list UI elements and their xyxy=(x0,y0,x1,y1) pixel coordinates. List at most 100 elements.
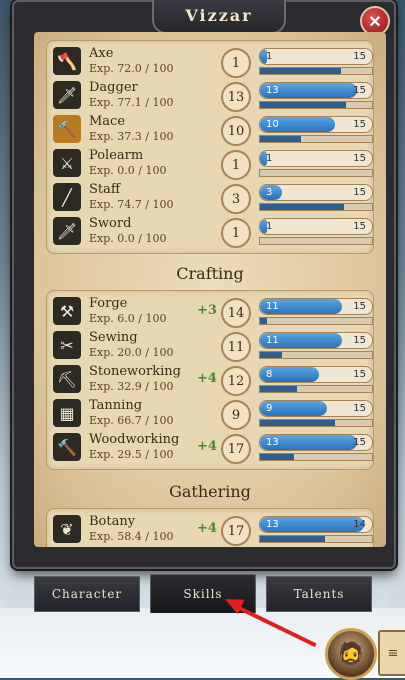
level-progress-bar: 10 15 xyxy=(259,116,373,133)
exp-progress-bar xyxy=(259,135,373,143)
exp-progress-bar xyxy=(259,101,373,109)
skill-level-badge: 1 xyxy=(221,218,251,248)
skill-row[interactable]: 🔨 Woodworking Exp. 29.5 / 100 +4 17 13 15 xyxy=(47,431,373,465)
level-progress-bar: 8 15 xyxy=(259,366,373,383)
skill-exp: Exp. 66.7 / 100 xyxy=(89,414,174,427)
skill-level-badge: 3 xyxy=(221,184,251,214)
level-progress-bar: 13 14 xyxy=(259,516,373,533)
exp-progress-bar xyxy=(259,237,373,245)
map-scroll-icon[interactable]: ≡ xyxy=(378,630,405,676)
skill-exp: Exp. 0.0 / 100 xyxy=(89,232,167,245)
exp-progress-fill xyxy=(260,420,336,426)
exp-progress-fill xyxy=(260,536,325,542)
bar-max-level: 15 xyxy=(353,221,366,232)
exp-progress-bar xyxy=(259,535,373,543)
skill-row[interactable]: ▦ Tanning Exp. 66.7 / 100 9 9 15 xyxy=(47,397,373,431)
level-progress-bar: 1 15 xyxy=(259,218,373,235)
skill-level-badge: 12 xyxy=(221,366,251,396)
bar-current-level: 1 xyxy=(266,221,273,232)
bar-max-level: 15 xyxy=(353,335,366,346)
hide-frame-icon: ▦ xyxy=(53,399,81,427)
skill-bonus: +4 xyxy=(197,371,217,386)
skill-level-badge: 13 xyxy=(221,82,251,112)
skill-exp: Exp. 20.0 / 100 xyxy=(89,346,174,359)
skill-row[interactable]: 🗡 Sword Exp. 0.0 / 100 1 1 15 xyxy=(47,215,373,249)
exp-progress-bar xyxy=(259,169,373,177)
bar-max-level: 15 xyxy=(353,437,366,448)
skill-name: Woodworking xyxy=(89,432,180,447)
skill-row[interactable]: ✂ Sewing Exp. 20.0 / 100 11 11 15 xyxy=(47,329,373,363)
skill-level-badge: 10 xyxy=(221,116,251,146)
bar-current-level: 10 xyxy=(266,119,279,130)
scissors-icon: ✂ xyxy=(53,331,81,359)
level-progress-bar: 13 15 xyxy=(259,434,373,451)
skill-row[interactable]: ⛏ Stoneworking Exp. 32.9 / 100 +4 12 8 15 xyxy=(47,363,373,397)
anvil-icon: ⚒ xyxy=(53,297,81,325)
level-progress-bar: 3 15 xyxy=(259,184,373,201)
bar-current-level: 11 xyxy=(266,335,279,346)
skill-row[interactable]: ⚔ Polearm Exp. 0.0 / 100 1 1 15 xyxy=(47,147,373,181)
crafting-skills-group: ⚒ Forge Exp. 6.0 / 100 +3 14 11 15 ✂ Sewing Exp. … xyxy=(46,290,374,470)
bar-current-level: 13 xyxy=(266,437,279,448)
bar-current-level: 1 xyxy=(266,51,273,62)
bar-max-level: 15 xyxy=(353,85,366,96)
skill-row[interactable]: ╱ Staff Exp. 74.7 / 100 3 3 15 xyxy=(47,181,373,215)
skill-level-badge: 14 xyxy=(221,298,251,328)
character-portrait[interactable]: 🧔 xyxy=(325,628,377,680)
bar-max-level: 15 xyxy=(353,153,366,164)
weapon-skills-group: 🪓 Axe Exp. 72.0 / 100 1 1 15 🗡 Dagger Exp. 77.1 … xyxy=(46,40,374,254)
leaf-icon: ❦ xyxy=(53,515,81,543)
bar-max-level: 15 xyxy=(353,369,366,380)
skill-bonus: +3 xyxy=(197,303,217,318)
dagger-icon: 🗡 xyxy=(53,81,81,109)
bar-max-level: 15 xyxy=(353,187,366,198)
bar-current-level: 1 xyxy=(266,153,273,164)
skill-exp: Exp. 72.0 / 100 xyxy=(89,62,174,75)
exp-progress-fill xyxy=(260,454,294,460)
bar-max-level: 14 xyxy=(353,519,366,530)
level-progress-bar: 13 15 xyxy=(259,82,373,99)
skill-exp: Exp. 29.5 / 100 xyxy=(89,448,174,461)
tab-character[interactable]: Character xyxy=(34,576,140,612)
exp-progress-bar xyxy=(259,385,373,393)
exp-progress-fill xyxy=(260,68,341,74)
skill-row[interactable]: ❦ Botany Exp. 58.4 / 100 +4 17 13 14 xyxy=(47,513,373,547)
skill-row[interactable]: ⚒ Forge Exp. 6.0 / 100 +3 14 11 15 xyxy=(47,295,373,329)
staff-icon: ╱ xyxy=(53,183,81,211)
skill-level-badge: 9 xyxy=(221,400,251,430)
exp-progress-bar xyxy=(259,351,373,359)
exp-progress-bar xyxy=(259,203,373,211)
skill-row[interactable]: 🔨 Mace Exp. 37.3 / 100 10 10 15 xyxy=(47,113,373,147)
level-progress-bar: 11 15 xyxy=(259,332,373,349)
exp-progress-bar xyxy=(259,67,373,75)
bar-current-level: 11 xyxy=(266,301,279,312)
axe-icon: 🪓 xyxy=(53,47,81,75)
bar-max-level: 15 xyxy=(353,403,366,414)
mace-icon: 🔨 xyxy=(53,115,81,143)
skill-level-badge: 17 xyxy=(221,434,251,464)
exp-progress-fill xyxy=(260,204,344,210)
bar-current-level: 13 xyxy=(266,85,279,96)
exp-progress-fill xyxy=(260,102,347,108)
skill-name: Polearm xyxy=(89,148,144,163)
skill-row[interactable]: 🗡 Dagger Exp. 77.1 / 100 13 13 15 xyxy=(47,79,373,113)
exp-progress-bar xyxy=(259,317,373,325)
hammer-icon: 🔨 xyxy=(53,433,81,461)
skills-panel: 🪓 Axe Exp. 72.0 / 100 1 1 15 🗡 Dagger Exp. 77.1 … xyxy=(34,32,386,547)
exp-progress-fill xyxy=(260,352,283,358)
skill-exp: Exp. 37.3 / 100 xyxy=(89,130,174,143)
bar-max-level: 15 xyxy=(353,51,366,62)
chisel-icon: ⛏ xyxy=(53,365,81,393)
gathering-heading: Gathering xyxy=(169,482,251,501)
skill-name: Sword xyxy=(89,216,132,231)
skills-window: Vizzar ✕ 🪓 Axe Exp. 72.0 / 100 1 1 15 🗡 Dagger E… xyxy=(12,0,396,569)
window-title: Vizzar xyxy=(152,0,286,34)
skill-name: Stoneworking xyxy=(89,364,181,379)
skill-row[interactable]: 🪓 Axe Exp. 72.0 / 100 1 1 15 xyxy=(47,45,373,79)
tab-talents[interactable]: Talents xyxy=(266,576,372,612)
skill-exp: Exp. 74.7 / 100 xyxy=(89,198,174,211)
skill-name: Staff xyxy=(89,182,121,197)
crafting-heading: Crafting xyxy=(176,264,244,283)
exp-progress-fill xyxy=(260,318,267,324)
bar-current-level: 3 xyxy=(266,187,273,198)
